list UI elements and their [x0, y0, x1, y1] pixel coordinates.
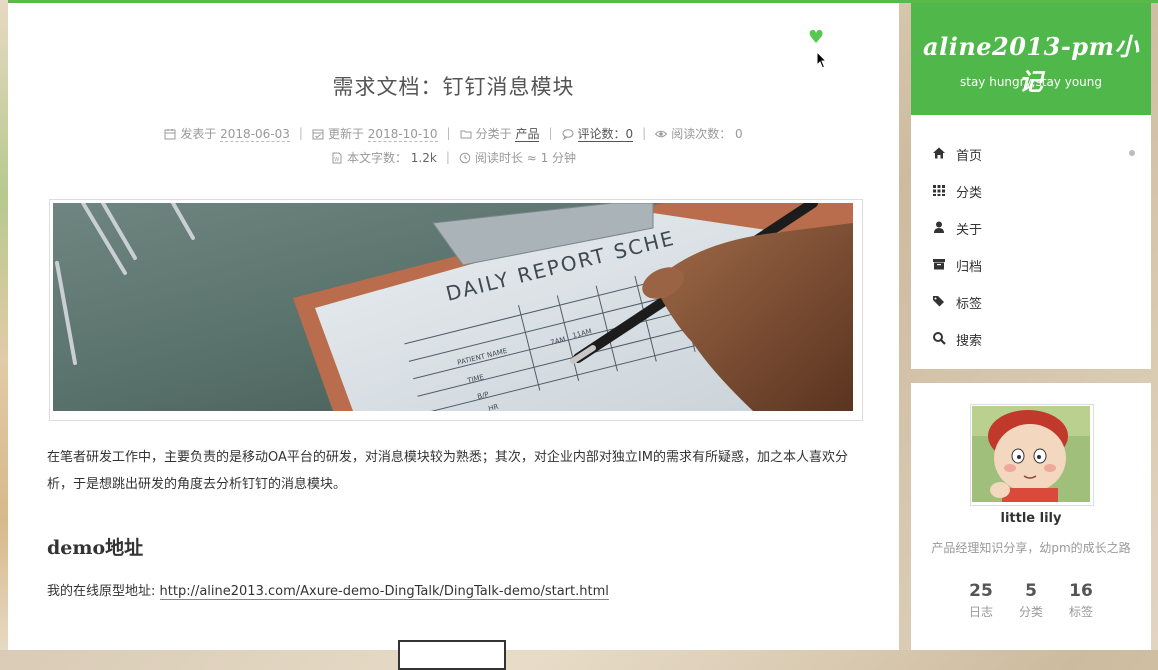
- active-indicator: [1129, 150, 1135, 156]
- stat-label: 标签: [1068, 605, 1093, 619]
- user-icon: [934, 221, 944, 233]
- menu-item-search[interactable]: 搜索: [911, 320, 1151, 357]
- mouse-cursor-icon: [816, 51, 828, 69]
- comments-link[interactable]: 评论数：0: [577, 127, 634, 142]
- menu-item-categories[interactable]: 分类: [911, 172, 1151, 209]
- comments-count: 0: [625, 127, 634, 141]
- background-decoration: [0, 0, 8, 650]
- author-description: 产品经理知识分享，幼pm的成长之路: [931, 541, 1131, 555]
- menu-item-archive[interactable]: 归档: [911, 246, 1151, 283]
- post-meta-secondary: W 本文字数： 1.2k | 阅读时长 ≈ 1 分钟: [8, 149, 899, 166]
- stat-count: 16: [1069, 581, 1093, 601]
- archive-icon: [933, 259, 945, 270]
- heart-icon[interactable]: ♥: [808, 29, 826, 47]
- readtime-label: 阅读时长 ≈: [474, 151, 537, 165]
- category-label: 分类于: [475, 127, 512, 141]
- menu-item-home[interactable]: 首页: [911, 135, 1151, 172]
- eye-icon: [655, 130, 668, 138]
- updated-date[interactable]: 2018-10-10: [367, 127, 438, 142]
- menu-label: 首页: [956, 149, 983, 164]
- site-brand: aline2013-pm小记 stay hungry,stay young: [911, 3, 1151, 115]
- readtime-value: 1 分钟: [540, 151, 577, 165]
- menu-label: 归档: [956, 260, 983, 275]
- avatar-illustration: [972, 406, 1090, 502]
- demo-line: 我的在线原型地址: http://aline2013.com/Axure-dem…: [47, 580, 609, 600]
- category-link[interactable]: 产品: [515, 127, 540, 142]
- grid-icon: [933, 185, 945, 196]
- published-label: 发表于: [180, 127, 217, 141]
- menu-item-tags[interactable]: 标签: [911, 283, 1151, 320]
- reads-count: 0: [735, 127, 743, 141]
- post-meta: 发表于 2018-06-03 | 更新于 2018-10-10 | 分类于 产品…: [8, 125, 899, 142]
- demo-link[interactable]: http://aline2013.com/Axure-demo-DingTalk…: [159, 584, 609, 600]
- author-name: little lily: [1000, 511, 1062, 526]
- search-icon: [933, 332, 946, 345]
- menu-label: 关于: [956, 223, 983, 238]
- wordcount-value: 1.2k: [410, 151, 437, 165]
- folder-icon: [460, 130, 472, 139]
- form-label: HR: [488, 403, 500, 411]
- author-profile: little lily 产品经理知识分享，幼pm的成长之路 25 日志 5 分类…: [911, 383, 1151, 650]
- clipboard-photo: DAILY REPORT SCHE PATIENT NAME TIME B/P …: [53, 203, 853, 411]
- comment-icon: [562, 129, 573, 140]
- section-heading: demo地址: [47, 537, 144, 559]
- sidebar-menu: 首页 分类 关于 归档 标签 搜索: [911, 115, 1151, 369]
- demo-prefix: 我的在线原型地址:: [47, 584, 160, 599]
- hero-image: DAILY REPORT SCHE PATIENT NAME TIME B/P …: [49, 199, 863, 421]
- stat-tags[interactable]: 16 标签: [1051, 581, 1111, 620]
- read-more-button[interactable]: [398, 640, 506, 670]
- calendar-icon: [164, 129, 176, 140]
- published-date[interactable]: 2018-06-03: [220, 127, 290, 142]
- menu-label: 搜索: [956, 334, 983, 349]
- post-title[interactable]: 需求文档：钉钉消息模块: [8, 71, 899, 101]
- avatar: [970, 404, 1094, 506]
- home-icon: [933, 147, 945, 159]
- main-content: ♥ 需求文档：钉钉消息模块 发表于 2018-06-03 | 更新于 2018-…: [8, 3, 899, 670]
- menu-label: 分类: [956, 186, 983, 201]
- svg-text:W: W: [334, 157, 339, 163]
- clock-icon: [459, 152, 471, 164]
- file-word-icon: W: [332, 152, 342, 164]
- wordcount-label: 本文字数：: [346, 151, 407, 165]
- updated-label: 更新于: [327, 127, 364, 141]
- site-subtitle: stay hungry,stay young: [959, 75, 1102, 89]
- menu-item-about[interactable]: 关于: [911, 209, 1151, 246]
- reads-label: 阅读次数：: [671, 127, 732, 141]
- tags-icon: [933, 296, 944, 307]
- post-intro: 在笔者研发工作中，主要负责的是移动OA平台的研发，对消息模块较为熟悉；其次，对企…: [47, 450, 848, 492]
- menu-label: 标签: [956, 297, 983, 312]
- calendar-check-icon: [312, 129, 324, 140]
